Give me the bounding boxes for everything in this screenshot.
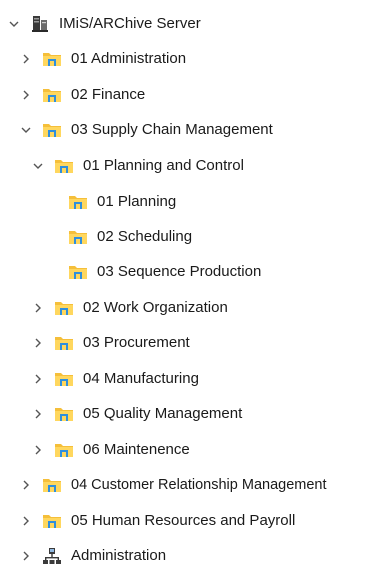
folder-icon — [54, 404, 74, 424]
tree-node-label: 06 Maintenence — [83, 441, 190, 458]
chevron-right-icon[interactable] — [32, 373, 44, 385]
tree-node-label: 05 Human Resources and Payroll — [71, 512, 296, 529]
tree-node-label: 02 Finance — [71, 86, 146, 103]
tree-node-label: IMiS/ARChive Server — [59, 15, 201, 32]
folder-icon — [54, 369, 74, 389]
network-admin-icon — [42, 546, 62, 566]
folder-icon — [42, 49, 62, 69]
chevron-right-icon[interactable] — [20, 53, 32, 65]
tree-node-02-work-organization[interactable]: 02 Work Organization — [32, 290, 228, 325]
chevron-down-icon[interactable] — [20, 124, 32, 136]
tree-node-03-procurement[interactable]: 03 Procurement — [32, 325, 190, 360]
chevron-right-icon[interactable] — [20, 479, 32, 491]
chevron-down-icon[interactable] — [8, 18, 20, 30]
chevron-right-icon[interactable] — [20, 89, 32, 101]
folder-icon — [68, 192, 88, 212]
tree-node-label: 04 Customer Relationship Management — [71, 476, 327, 493]
chevron-right-icon[interactable] — [32, 444, 44, 456]
chevron-right-icon[interactable] — [20, 550, 32, 562]
tree-node-01-planning-and-control[interactable]: 01 Planning and Control — [32, 148, 244, 183]
tree-node-root[interactable]: IMiS/ARChive Server — [8, 6, 201, 41]
folder-icon — [54, 298, 74, 318]
folder-icon — [42, 511, 62, 531]
chevron-right-icon[interactable] — [20, 515, 32, 527]
tree-node-label: 01 Administration — [71, 50, 187, 67]
folder-icon — [54, 333, 74, 353]
chevron-right-icon[interactable] — [32, 408, 44, 420]
tree-node-05-quality-management[interactable]: 05 Quality Management — [32, 396, 242, 431]
folder-icon — [42, 475, 62, 495]
tree-node-label: 02 Scheduling — [97, 228, 193, 245]
folder-icon — [68, 227, 88, 247]
folder-icon — [54, 440, 74, 460]
tree-node-02-scheduling[interactable]: 02 Scheduling — [68, 219, 192, 254]
tree-node-label: 04 Manufacturing — [83, 370, 199, 387]
chevron-down-icon[interactable] — [32, 160, 44, 172]
folder-icon — [54, 156, 74, 176]
tree-node-label: 01 Planning — [97, 193, 177, 210]
chevron-right-icon[interactable] — [32, 302, 44, 314]
tree-node-administration[interactable]: Administration — [20, 538, 166, 573]
tree-node-label: 02 Work Organization — [83, 299, 228, 316]
tree-node-04-customer-relationship-management[interactable]: 04 Customer Relationship Management — [20, 467, 327, 502]
chevron-right-icon[interactable] — [32, 337, 44, 349]
archive-tree-view: IMiS/ARChive Server 01 Administration 02… — [0, 0, 389, 566]
tree-node-label: 03 Sequence Production — [97, 263, 262, 280]
tree-node-label: 03 Supply Chain Management — [71, 121, 273, 138]
tree-node-06-maintenence[interactable]: 06 Maintenence — [32, 432, 190, 467]
tree-node-label: 05 Quality Management — [83, 405, 243, 422]
tree-node-04-manufacturing[interactable]: 04 Manufacturing — [32, 361, 199, 396]
tree-node-05-human-resources-and-payroll[interactable]: 05 Human Resources and Payroll — [20, 503, 295, 538]
folder-icon — [68, 262, 88, 282]
tree-node-label: 01 Planning and Control — [83, 157, 244, 174]
tree-node-02-finance[interactable]: 02 Finance — [20, 77, 145, 112]
tree-node-03-supply-chain-management[interactable]: 03 Supply Chain Management — [20, 112, 273, 147]
tree-node-01-administration[interactable]: 01 Administration — [20, 41, 186, 76]
server-icon — [30, 14, 50, 34]
tree-node-label: 03 Procurement — [83, 334, 190, 351]
tree-node-label: Administration — [71, 547, 167, 564]
folder-icon — [42, 120, 62, 140]
tree-node-03-sequence-production[interactable]: 03 Sequence Production — [68, 254, 261, 289]
tree-node-01-planning[interactable]: 01 Planning — [68, 184, 176, 219]
folder-icon — [42, 85, 62, 105]
